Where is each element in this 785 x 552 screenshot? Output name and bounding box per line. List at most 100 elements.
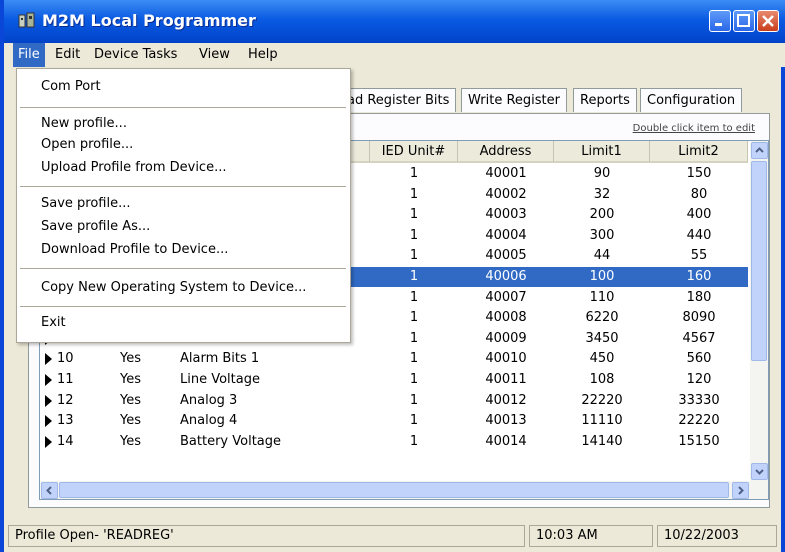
- cell-limit1: 450: [589, 351, 615, 367]
- menu-item-save-profile-as[interactable]: Save profile As...: [41, 219, 150, 234]
- cell-limit1: 44: [593, 248, 611, 264]
- row-pointer-icon: [45, 353, 52, 366]
- cell-num: 10: [57, 351, 74, 367]
- menu-item-download-profile[interactable]: Download Profile to Device...: [41, 242, 228, 257]
- menu-bar: File Edit Device Tasks View Help: [8, 43, 785, 67]
- header-limit1[interactable]: Limit1: [554, 141, 650, 163]
- cell-address: 40005: [485, 248, 527, 264]
- status-message: Profile Open- 'READREG': [8, 525, 525, 547]
- cell-address: 40009: [485, 330, 527, 346]
- menu-item-com-port[interactable]: Com Port: [41, 79, 101, 94]
- maximize-icon: [737, 14, 750, 27]
- table-row[interactable]: 12 Yes Analog 3 1 40012 22220 33330: [40, 391, 748, 411]
- cell-limit1: 200: [589, 207, 615, 223]
- maximize-button[interactable]: [733, 10, 755, 32]
- cell-address: 40010: [485, 351, 527, 367]
- cell-ied: 1: [409, 330, 419, 346]
- cell-num: 12: [57, 392, 74, 408]
- cell-limit2: 15150: [678, 433, 720, 449]
- row-pointer-icon: [45, 374, 52, 386]
- cell-address: 40006: [485, 269, 527, 284]
- header-limit2[interactable]: Limit2: [650, 141, 748, 163]
- cell-name: Alarm Bits 1: [180, 351, 260, 367]
- window-title: M2M Local Programmer: [42, 11, 256, 30]
- status-date: 10/22/2003: [657, 525, 777, 547]
- cell-limit1: 3450: [585, 330, 619, 346]
- scroll-left-button[interactable]: [41, 482, 58, 499]
- cell-limit2: 560: [686, 351, 712, 367]
- cell-enabled: Yes: [120, 372, 141, 387]
- tab-reports[interactable]: Reports: [573, 88, 637, 112]
- app-icon: [18, 12, 35, 28]
- title-bar[interactable]: M2M Local Programmer: [4, 0, 785, 43]
- cell-address: 40014: [485, 433, 527, 449]
- cell-ied: 1: [409, 392, 419, 408]
- menu-item-save-profile[interactable]: Save profile...: [41, 196, 131, 211]
- cell-limit2: 150: [686, 166, 712, 181]
- cell-limit2: 120: [686, 372, 712, 387]
- cell-limit2: 4567: [682, 330, 716, 346]
- minimize-button[interactable]: [709, 10, 731, 32]
- cell-limit1: 11110: [581, 413, 623, 429]
- cell-limit1: 14140: [581, 433, 623, 449]
- scroll-down-button[interactable]: [751, 463, 768, 480]
- menu-help[interactable]: Help: [248, 47, 278, 62]
- table-row[interactable]: 13 Yes Analog 4 1 40013 11110 22220: [40, 411, 748, 431]
- minimize-icon: [715, 23, 722, 26]
- row-pointer-icon: [45, 415, 52, 428]
- row-pointer-icon: [45, 394, 52, 407]
- tab-configuration[interactable]: Configuration: [640, 88, 743, 112]
- cell-ied: 1: [409, 166, 419, 181]
- table-row[interactable]: 10 Yes Alarm Bits 1 1 40010 450 560: [40, 349, 748, 369]
- cell-enabled: Yes: [120, 413, 141, 429]
- table-row[interactable]: 14 Yes Battery Voltage 1 40014 14140 15150: [40, 432, 748, 452]
- cell-enabled: Yes: [120, 433, 141, 449]
- menu-item-open-profile[interactable]: Open profile...: [41, 137, 133, 152]
- cell-limit2: 8090: [682, 310, 716, 326]
- cell-name: Line Voltage: [180, 372, 260, 387]
- cell-limit1: 300: [589, 227, 615, 243]
- menu-item-upload-profile[interactable]: Upload Profile from Device...: [41, 160, 226, 175]
- scroll-right-button[interactable]: [732, 482, 749, 499]
- scroll-up-button[interactable]: [751, 142, 768, 159]
- edit-hint: Double click item to edit: [632, 123, 755, 134]
- vertical-scrollbar[interactable]: [750, 141, 768, 481]
- cell-address: 40011: [485, 372, 527, 387]
- cell-limit2: 440: [686, 227, 712, 243]
- menu-item-new-profile[interactable]: New profile...: [41, 116, 127, 131]
- tab-write-register[interactable]: Write Register: [461, 88, 567, 112]
- menu-item-exit[interactable]: Exit: [41, 315, 66, 330]
- cell-address: 40012: [485, 392, 527, 408]
- menu-file[interactable]: File: [13, 43, 45, 67]
- horizontal-scroll-thumb[interactable]: [59, 482, 729, 498]
- vertical-scroll-thumb[interactable]: [751, 161, 767, 361]
- horizontal-scrollbar[interactable]: [40, 481, 768, 499]
- table-row[interactable]: 11 Yes Line Voltage 1 40011 108 120: [40, 370, 748, 390]
- cell-ied: 1: [409, 372, 419, 387]
- menu-separator: [20, 107, 346, 108]
- chevron-down-icon: [755, 469, 764, 475]
- tab-read-register-bits[interactable]: ad Register Bits: [340, 88, 457, 112]
- menu-edit[interactable]: Edit: [55, 47, 80, 62]
- cell-ied: 1: [409, 227, 419, 243]
- cell-limit2: 160: [686, 269, 712, 284]
- menu-device-tasks[interactable]: Device Tasks: [94, 47, 177, 62]
- cell-address: 40003: [485, 207, 527, 223]
- cell-enabled: Yes: [120, 351, 141, 367]
- cell-limit1: 100: [589, 269, 615, 284]
- cell-limit2: 80: [690, 186, 708, 202]
- cell-ied: 1: [409, 289, 419, 305]
- cell-ied: 1: [409, 413, 419, 429]
- header-ied-unit[interactable]: IED Unit#: [370, 141, 458, 163]
- cell-limit1: 22220: [581, 392, 623, 408]
- header-address[interactable]: Address: [458, 141, 554, 163]
- cell-num: 13: [57, 413, 74, 429]
- cell-num: 14: [57, 433, 74, 449]
- menu-view[interactable]: View: [199, 47, 230, 62]
- chevron-up-icon: [755, 147, 764, 153]
- menu-separator: [20, 268, 346, 269]
- menu-item-copy-os[interactable]: Copy New Operating System to Device...: [41, 280, 306, 295]
- cell-limit1: 6220: [585, 310, 619, 326]
- cell-limit2: 180: [686, 289, 712, 305]
- close-button[interactable]: [757, 10, 779, 32]
